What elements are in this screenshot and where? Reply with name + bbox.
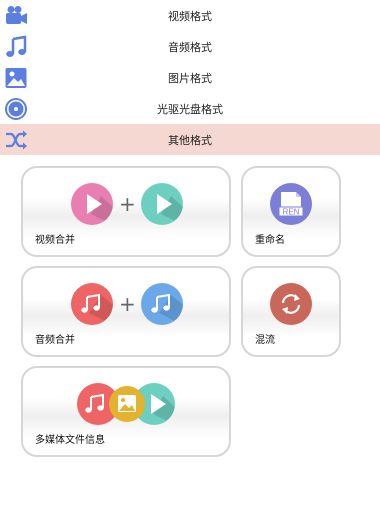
svg-text:REN: REN [283, 208, 300, 217]
video-merge-card[interactable]: + 视频合并 [21, 166, 231, 257]
disc-icon [4, 97, 28, 121]
play-icon [71, 183, 113, 225]
rename-card[interactable]: REN 重命名 [241, 166, 341, 257]
menu-item-video-format[interactable]: 视频格式 [0, 0, 380, 31]
card-label: 视频合并 [35, 235, 75, 246]
mix-card[interactable]: 混流 [241, 266, 341, 357]
menu-item-label: 图片格式 [168, 71, 212, 85]
card-label: 音频合并 [35, 335, 75, 346]
shuffle-icon [4, 128, 28, 152]
menu-item-audio-format[interactable]: 音频格式 [0, 31, 380, 62]
menu-item-label: 其他格式 [168, 133, 212, 147]
card-label: 重命名 [255, 235, 285, 246]
menu-item-label: 光驱光盘格式 [157, 102, 223, 116]
card-label: 多媒体文件信息 [35, 435, 105, 446]
audio-merge-card[interactable]: + 音频合并 [21, 266, 231, 357]
format-menu: 视频格式 音频格式 图片格式 光驱光盘格式 其他格式 [0, 0, 380, 155]
media-info-card[interactable]: 多媒体文件信息 [21, 366, 231, 457]
video-camera-icon [4, 4, 28, 28]
play-icon [141, 183, 183, 225]
menu-item-other-format[interactable]: 其他格式 [0, 124, 380, 155]
menu-item-disc-format[interactable]: 光驱光盘格式 [0, 93, 380, 124]
refresh-icon [270, 283, 312, 325]
music-note-icon [141, 283, 183, 325]
picture-icon [109, 386, 145, 422]
menu-item-image-format[interactable]: 图片格式 [0, 62, 380, 93]
music-note-icon [71, 283, 113, 325]
menu-item-label: 音频格式 [168, 40, 212, 54]
plus-sign: + [119, 192, 136, 216]
card-label: 混流 [255, 335, 275, 346]
menu-item-label: 视频格式 [168, 9, 212, 23]
music-note-icon [4, 35, 28, 59]
rename-file-icon: REN [270, 183, 312, 225]
plus-sign: + [119, 292, 136, 316]
picture-icon [4, 66, 28, 90]
